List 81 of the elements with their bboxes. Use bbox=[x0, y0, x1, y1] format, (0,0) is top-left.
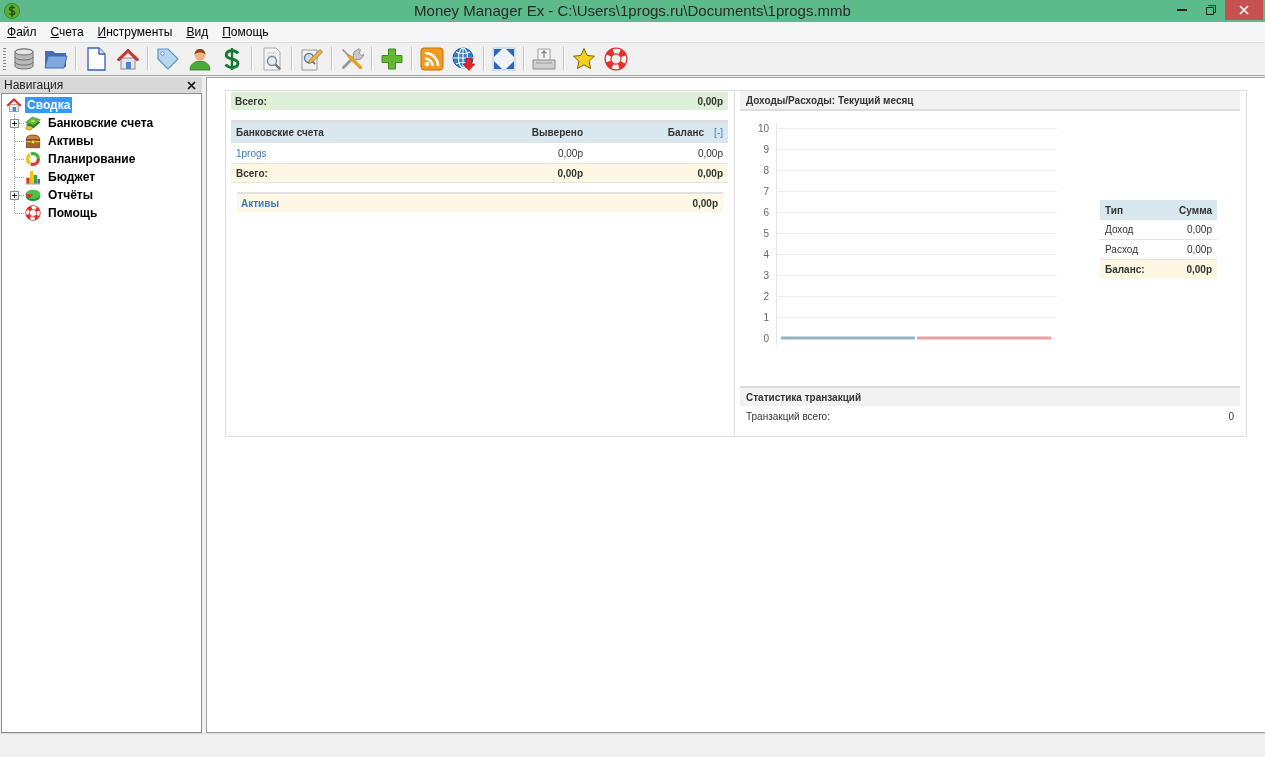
axis-tick-label: 1 bbox=[763, 311, 769, 323]
table-cell-text: 0,00р bbox=[696, 147, 724, 159]
table-cell: 0,00р bbox=[1186, 224, 1212, 235]
column-header: Банковские счета bbox=[235, 126, 325, 138]
section-title: Доходы/Расходы: Текущий месяц bbox=[740, 91, 1240, 111]
grip-handle-icon[interactable] bbox=[3, 48, 6, 70]
assets-link[interactable]: Активы bbox=[241, 197, 279, 209]
menu-item[interactable]: Инструменты bbox=[90, 23, 180, 41]
column-header: Баланс bbox=[667, 126, 705, 138]
table-cell: Расход bbox=[1105, 244, 1138, 255]
axis-tick-label: 2 bbox=[763, 290, 769, 302]
house-icon bbox=[116, 47, 140, 71]
axis-tick-label: 6 bbox=[763, 206, 769, 218]
minimize-icon bbox=[1177, 9, 1187, 11]
axis-tick-label: 4 bbox=[763, 248, 769, 260]
axis-tick-label: 7 bbox=[763, 185, 769, 197]
tree-item[interactable]: Бюджет bbox=[46, 169, 98, 185]
menu-item[interactable]: Файл bbox=[0, 23, 44, 41]
plus-box-icon[interactable] bbox=[10, 118, 19, 128]
menu-item[interactable]: Помощь bbox=[215, 23, 276, 41]
total-label: Всего: bbox=[235, 95, 267, 107]
table-cell: 0,00р bbox=[1186, 244, 1212, 255]
column-header: Выверено bbox=[530, 126, 584, 138]
column-header: Тип bbox=[1105, 204, 1123, 216]
tree-item[interactable]: Банковские счета bbox=[46, 115, 156, 131]
table-cell: Баланс: bbox=[1105, 264, 1145, 275]
lifebuoy-icon bbox=[25, 205, 41, 221]
table-cell-text: Всего: bbox=[235, 167, 269, 179]
table-cell: 0,00р bbox=[1186, 264, 1212, 275]
panel-title: Навигация bbox=[4, 78, 64, 92]
table-cell-text: 0,00р bbox=[696, 167, 724, 179]
axis-tick-label: 9 bbox=[763, 143, 769, 155]
axis-tick-label: 3 bbox=[763, 269, 769, 281]
lifebuoy-icon bbox=[604, 47, 628, 71]
tree-item[interactable]: Активы bbox=[46, 133, 96, 149]
pie-chart-icon bbox=[25, 187, 41, 203]
assets-value: 0,00р bbox=[692, 197, 718, 209]
close-button[interactable] bbox=[1225, 0, 1263, 20]
database-icon bbox=[12, 47, 36, 71]
menu-item[interactable]: Счета bbox=[43, 23, 91, 41]
tree-item[interactable]: Отчёты bbox=[46, 187, 95, 203]
axis-tick-label: 8 bbox=[763, 164, 769, 176]
document-icon bbox=[84, 47, 108, 71]
restore-icon bbox=[1206, 5, 1216, 15]
stat-value: 0 bbox=[1228, 411, 1234, 422]
document-pencil-icon bbox=[300, 47, 324, 71]
tag-icon bbox=[156, 47, 180, 71]
plus-icon bbox=[380, 47, 404, 71]
fullscreen-icon bbox=[492, 47, 516, 71]
collapse-link[interactable]: [-] bbox=[714, 126, 723, 138]
column-header: Сумма bbox=[1179, 204, 1212, 216]
window-title: Money Manager Ex - C:\Users\1progs.ru\Documents\1progs.mmb bbox=[414, 1, 851, 21]
app-logo-icon bbox=[4, 3, 20, 19]
bar-chart-icon bbox=[25, 169, 41, 185]
tray-upload-icon bbox=[532, 47, 556, 71]
table-cell-text: 0,00р bbox=[556, 167, 584, 179]
tree-item[interactable]: Помощь bbox=[46, 205, 100, 221]
axis-tick-label: 10 bbox=[757, 122, 769, 134]
star-icon bbox=[572, 47, 596, 71]
stat-label: Транзакций всего: bbox=[746, 411, 830, 422]
rss-icon bbox=[420, 47, 444, 71]
section-title: Статистика транзакций bbox=[740, 386, 1240, 406]
tree-item[interactable]: Планирование bbox=[46, 151, 138, 167]
document-magnifier-icon bbox=[260, 47, 284, 71]
person-icon bbox=[188, 47, 212, 71]
axis-tick-label: 0 bbox=[763, 332, 769, 344]
account-link[interactable]: 1progs bbox=[236, 147, 267, 159]
segmented-ring-icon bbox=[25, 151, 41, 167]
axis-tick-label: 5 bbox=[763, 227, 769, 239]
close-icon[interactable] bbox=[187, 80, 196, 90]
table-cell: Доход bbox=[1105, 224, 1134, 235]
banknotes-icon bbox=[25, 115, 41, 131]
chest-icon bbox=[25, 133, 41, 149]
globe-download-icon bbox=[452, 47, 476, 71]
plus-box-icon[interactable] bbox=[10, 190, 19, 200]
table-cell-text: 0,00р bbox=[556, 147, 584, 159]
menu-item[interactable]: Вид bbox=[179, 23, 216, 41]
tools-icon bbox=[340, 47, 364, 71]
close-icon bbox=[1239, 5, 1249, 15]
total-value: 0,00р bbox=[697, 95, 723, 107]
house-icon bbox=[6, 97, 22, 113]
